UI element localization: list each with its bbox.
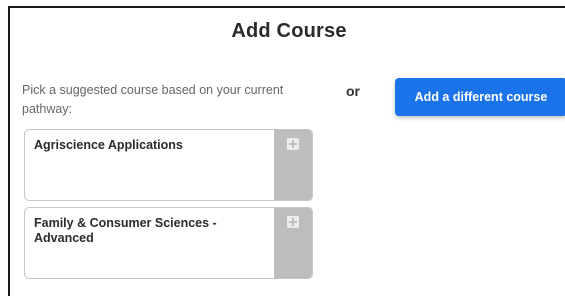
or-separator: or [346,83,360,99]
add-course-button[interactable] [274,208,312,278]
suggestion-prompt: Pick a suggested course based on your cu… [22,83,284,116]
add-course-dialog: Add Course Pick a suggested course based… [8,6,565,296]
dialog-title: Add Course [231,20,347,42]
course-name: Family & Consumer Sciences - Advanced [34,216,217,245]
add-course-button[interactable] [274,130,312,200]
course-card: Agriscience Applications [24,129,313,201]
plus-icon [287,216,299,228]
add-different-course-button[interactable]: Add a different course [395,78,565,116]
plus-icon [287,138,299,150]
course-card: Family & Consumer Sciences - Advanced [24,207,313,279]
course-name: Agriscience Applications [34,138,183,152]
